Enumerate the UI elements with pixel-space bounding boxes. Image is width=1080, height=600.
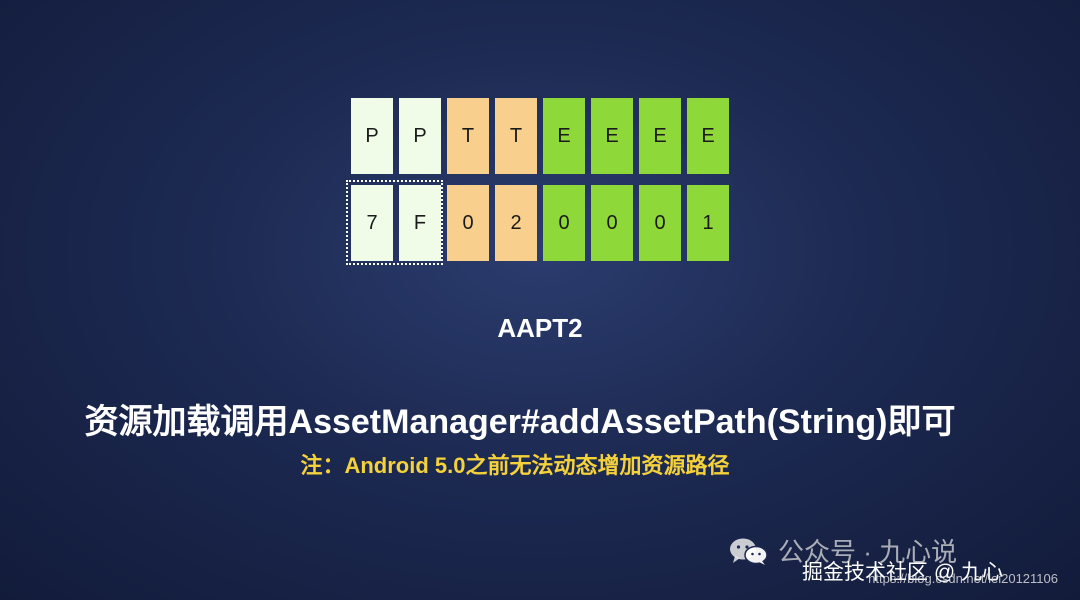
entry-value-cell: 0: [543, 185, 585, 261]
entry-label-cell: E: [639, 98, 681, 174]
byte-value-row: 7 F 0 2 0 0 0 1: [351, 185, 729, 261]
entry-label-cell: E: [687, 98, 729, 174]
type-label-cell: T: [495, 98, 537, 174]
diagram-caption: AAPT2: [497, 313, 583, 343]
entry-value-cell: 0: [591, 185, 633, 261]
package-value-cell: 7: [351, 185, 393, 261]
entry-value-cell: 1: [687, 185, 729, 261]
entry-label-cell: E: [543, 98, 585, 174]
byte-label-row: P P T T E E E E: [351, 98, 729, 174]
main-statement: 资源加载调用AssetManager#addAssetPath(String)即…: [84, 403, 956, 441]
watermark: 公众号 · 九心说 掘金技术社区 @ 九心 https://blog.csdn.…: [728, 528, 1058, 590]
type-label-cell: T: [447, 98, 489, 174]
resource-id-diagram: P P T T E E E E 7 F 0 2 0 0 0 1: [346, 98, 729, 265]
package-label-cell: P: [351, 98, 393, 174]
package-value-cell: F: [399, 185, 441, 261]
note-statement: 注：Android 5.0之前无法动态增加资源路径: [300, 453, 730, 478]
watermark-url: https://blog.csdn.net/lei20121106: [868, 571, 1058, 586]
package-label-cell: P: [399, 98, 441, 174]
entry-value-cell: 0: [639, 185, 681, 261]
type-value-cell: 2: [495, 185, 537, 261]
type-value-cell: 0: [447, 185, 489, 261]
wechat-icon: [730, 538, 768, 565]
entry-label-cell: E: [591, 98, 633, 174]
